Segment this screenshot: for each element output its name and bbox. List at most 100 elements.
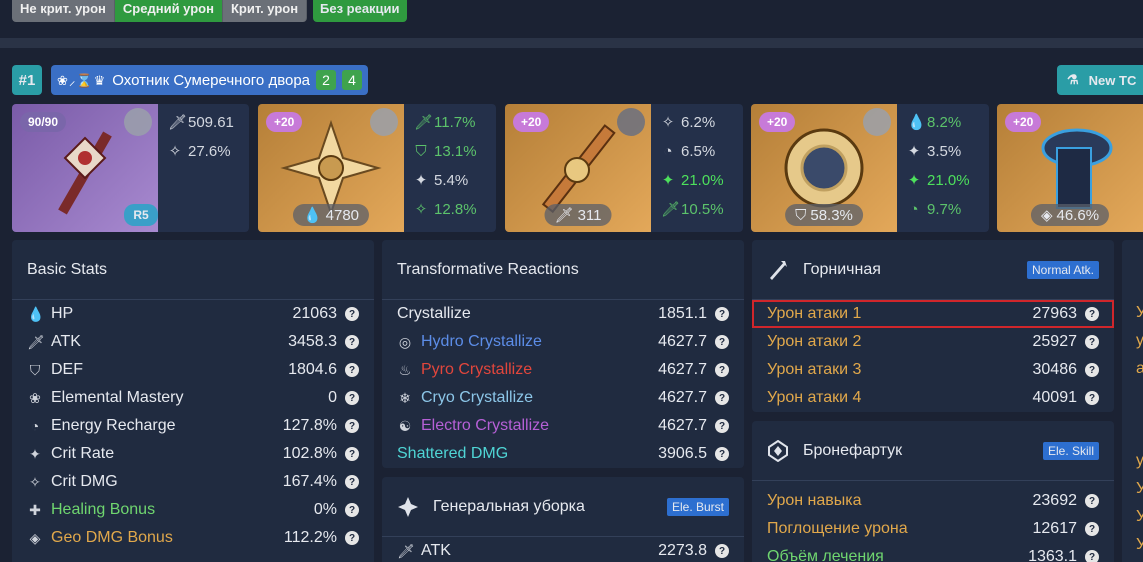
substat-energy-recharge: ◔ 6.5% — [661, 141, 724, 161]
artifact-sands-card[interactable]: +20 ⛉ 58.3% 💧 8.2% ✦ 3.5% ✦ 21.0% ◔ 9.7% — [751, 104, 989, 232]
sword-icon: 🗡 — [414, 114, 434, 131]
normal-value: 40091 — [1032, 389, 1078, 406]
crit-rate-icon: ✧ — [168, 143, 182, 160]
stat-label: DEF — [51, 361, 83, 378]
help-icon[interactable]: ? — [1085, 494, 1099, 508]
damage-mode-tabs: Не крит. урон Средний урон Крит. урон — [12, 0, 308, 22]
help-icon[interactable]: ? — [1085, 363, 1099, 377]
stat-row-def: ⛉ DEF 1804.6? — [12, 356, 374, 384]
help-icon[interactable]: ? — [1085, 307, 1099, 321]
help-icon[interactable]: ? — [345, 531, 359, 545]
help-icon[interactable]: ? — [715, 391, 729, 405]
crit-rate-icon: ✦ — [907, 143, 921, 160]
skill-row-dmg: Урон навыка 23692? — [752, 487, 1114, 515]
reaction-row-cryo: ❄ Cryo Crystallize 4627.7? — [382, 384, 744, 412]
artifact-level: +20 — [513, 112, 550, 132]
reaction-row-pyro: ♨ Pyro Crystallize 4627.7? — [382, 356, 744, 384]
help-icon[interactable]: ? — [345, 447, 359, 461]
normal-label: Урон атаки 1 — [767, 305, 862, 322]
character-face-icon — [863, 108, 891, 136]
weapon-card[interactable]: 90/90 R5 🗡 509.61 ✧ 27.6% — [12, 104, 249, 232]
tab-no-reaction[interactable]: Без реакции — [313, 0, 407, 22]
cutoff-char-5: У — [1136, 480, 1143, 497]
help-icon[interactable]: ? — [345, 391, 359, 405]
flask-icon: ⚗ — [1067, 72, 1079, 87]
reaction-value: 4627.7 — [658, 417, 707, 434]
skill-row-absorption: Поглощение урона 12617? — [752, 515, 1114, 543]
new-tc-button[interactable]: ⚗ New TC — [1057, 65, 1143, 95]
toolbox-icon — [617, 108, 645, 136]
plume-substats: ✧ 6.2% ◔ 6.5% ✦ 21.0% 🗡 10.5% — [661, 112, 724, 219]
normal-label: Урон атаки 2 — [767, 333, 862, 350]
weapon-atk: 🗡 509.61 — [168, 112, 234, 132]
shield-icon: ⛉ — [415, 142, 427, 160]
energy-icon: ◔ — [663, 142, 673, 160]
normal-row-1[interactable]: Урон атаки 1 27963? — [752, 300, 1114, 328]
substat-value: 3.5% — [927, 142, 962, 160]
reaction-label: Cryo Crystallize — [421, 389, 534, 406]
help-icon[interactable]: ? — [345, 419, 359, 433]
normal-label: Урон атаки 3 — [767, 361, 862, 378]
help-icon[interactable]: ? — [715, 335, 729, 349]
stat-label: Elemental Mastery — [51, 389, 184, 406]
substat-value: 5.4% — [434, 171, 469, 189]
crit-rate-icon: ✦ — [907, 172, 921, 189]
help-icon[interactable]: ? — [715, 307, 729, 321]
burst-icon — [398, 496, 418, 517]
substat-crit-rate: ✦ 3.5% — [907, 141, 970, 161]
hp-icon: 💧 — [302, 207, 322, 224]
flower-main-stat: 💧 4780 — [292, 204, 370, 226]
normal-attack-chip: Normal Atk. — [1026, 260, 1099, 279]
help-icon[interactable]: ? — [715, 544, 729, 558]
reaction-row-electro: ☯ Electro Crystallize 4627.7? — [382, 412, 744, 440]
artifact-flower-card[interactable]: +20 💧 4780 🗡 11.7% ⛉ 13.1% ✦ 5.4% ✧ 12.8% — [258, 104, 496, 232]
skill-value: 12617 — [1032, 520, 1078, 537]
help-icon[interactable]: ? — [1085, 550, 1099, 562]
help-icon[interactable]: ? — [715, 363, 729, 377]
stat-row-crit-dmg: ✧ Crit DMG 167.4%? — [12, 468, 374, 496]
help-icon[interactable]: ? — [1085, 522, 1099, 536]
help-icon[interactable]: ? — [1085, 335, 1099, 349]
substat-crit-rate-2: ✦ 21.0% — [907, 170, 970, 190]
normal-attack-icon — [770, 260, 787, 280]
tab-crit[interactable]: Крит. урон — [222, 0, 308, 22]
stat-value: 0% — [313, 501, 337, 518]
hydro-icon: ◎ — [398, 333, 412, 350]
normal-label: Урон атаки 4 — [767, 389, 862, 406]
stat-label: Geo DMG Bonus — [51, 529, 173, 546]
help-icon[interactable]: ? — [345, 363, 359, 377]
help-icon[interactable]: ? — [345, 475, 359, 489]
artifact-goblet-card[interactable]: +20 ◈ 46.6% — [997, 104, 1143, 232]
tab-non-crit[interactable]: Не крит. урон — [12, 0, 115, 22]
reaction-label: Shattered DMG — [397, 445, 509, 462]
sands-main-stat: ⛉ 58.3% — [785, 204, 863, 226]
normal-value: 25927 — [1032, 333, 1078, 350]
skill-icon — [768, 439, 788, 462]
cryo-icon: ❄ — [399, 389, 411, 406]
artifact-plume-card[interactable]: +20 🗡 311 ✧ 6.2% ◔ 6.5% ✦ 21.0% 🗡 10.5% — [505, 104, 743, 232]
substat-crit-dmg: ✧ 6.2% — [661, 112, 724, 132]
sword-icon: 🗡 — [168, 114, 188, 131]
reaction-value: 4627.7 — [658, 389, 707, 406]
help-icon[interactable]: ? — [345, 503, 359, 517]
refinement-badge: R5 — [124, 204, 158, 226]
burst-chip: Ele. Burst — [666, 497, 729, 516]
weapon-atk-value: 509.61 — [188, 113, 234, 131]
artifact-level: +20 — [266, 112, 303, 132]
crit-dmg-icon: ✧ — [414, 201, 428, 218]
tab-average[interactable]: Средний урон — [114, 0, 223, 22]
help-icon[interactable]: ? — [715, 447, 729, 461]
main-value: 4780 — [325, 206, 360, 224]
burst-header: Генеральная уборка Ele. Burst — [382, 477, 744, 537]
artifact-set-badge[interactable]: ❀⸝⌛♛ Охотник Сумеречного двора 2 4 — [51, 65, 369, 95]
help-icon[interactable]: ? — [345, 335, 359, 349]
shield-icon: ⛉ — [29, 361, 41, 378]
help-icon[interactable]: ? — [715, 419, 729, 433]
basic-stats-list: 💧 HP 21063? 🗡 ATK 3458.3? ⛉ DEF 1804.6? ❀ Eleme… — [12, 300, 374, 552]
help-icon[interactable]: ? — [345, 307, 359, 321]
stat-value: 167.4% — [282, 473, 337, 490]
help-icon[interactable]: ? — [1085, 391, 1099, 405]
goblet-main-stat: ◈ 46.6% — [1030, 204, 1110, 226]
sands-substats: 💧 8.2% ✦ 3.5% ✦ 21.0% ◔ 9.7% — [907, 112, 970, 219]
reaction-label: Hydro Crystallize — [421, 333, 542, 350]
